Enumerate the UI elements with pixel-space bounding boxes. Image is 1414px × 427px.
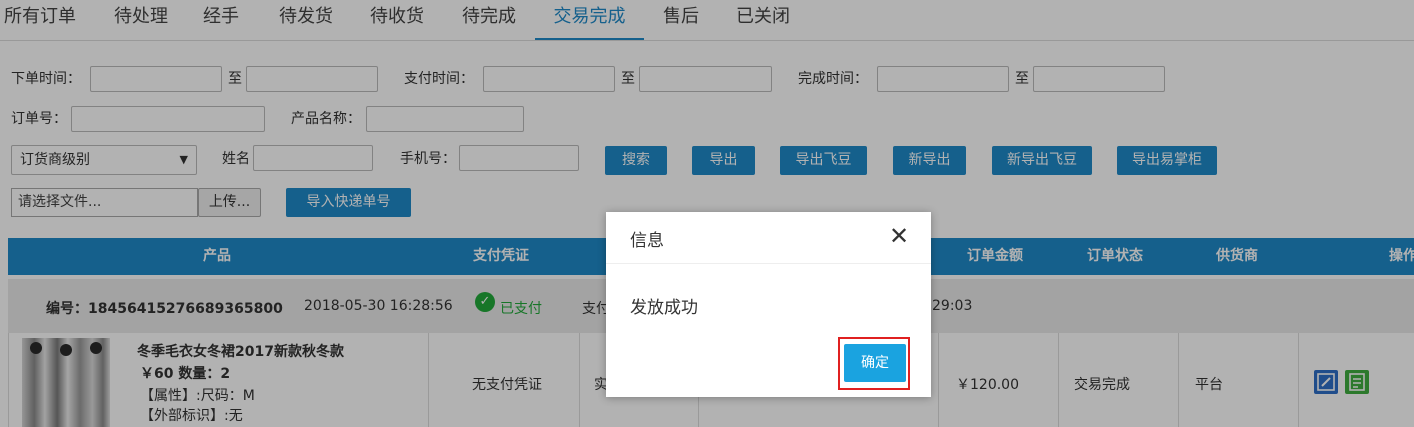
dialog-header: 信息 ✕ [606, 212, 931, 264]
ok-button[interactable]: 确定 [844, 344, 906, 382]
info-dialog: 信息 ✕ 发放成功 确定 [606, 212, 931, 397]
dialog-message: 发放成功 [630, 298, 698, 318]
dialog-title: 信息 [630, 231, 664, 251]
close-icon[interactable]: ✕ [886, 223, 912, 249]
